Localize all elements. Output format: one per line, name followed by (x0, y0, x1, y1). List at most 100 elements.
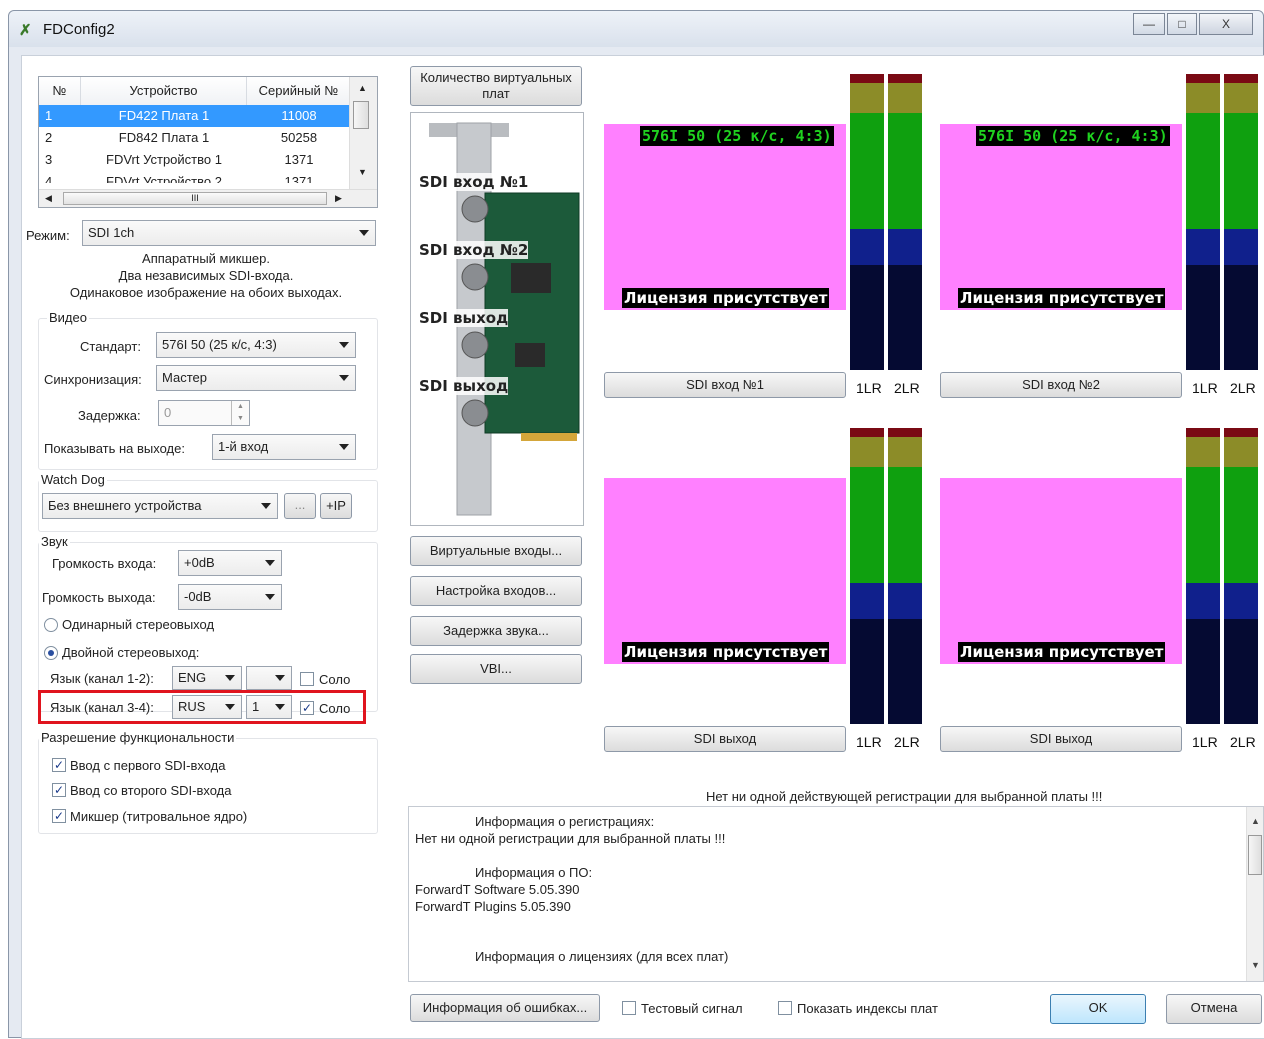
card-label-sdi-out1: SDI выход (419, 309, 509, 327)
feature-checkbox-mixer[interactable]: ✓ (52, 809, 66, 823)
video-preview: Лицензия присутствует (940, 478, 1182, 664)
lang34-channel-select[interactable]: 1 (246, 695, 292, 719)
meter-segment (850, 265, 884, 370)
source-button[interactable]: SDI выход (940, 726, 1182, 752)
cancel-button[interactable]: Отмена (1166, 994, 1262, 1024)
output-label: Показывать на выходе: (44, 441, 185, 456)
meter-segment (1186, 113, 1220, 229)
chevron-down-icon (265, 560, 275, 566)
delay-label: Задержка: (78, 408, 141, 423)
table-vscrollbar[interactable]: ▲ ▼ (349, 77, 377, 189)
scroll-up-icon[interactable]: ▲ (358, 83, 367, 93)
inputs-setup-button[interactable]: Настройка входов... (410, 576, 582, 606)
source-button[interactable]: SDI вход №2 (940, 372, 1182, 398)
solo34-checkbox[interactable]: ✓ (300, 701, 314, 715)
sync-select[interactable]: Мастер (156, 365, 356, 391)
lang12-select[interactable]: ENG (172, 666, 242, 690)
bnc-connector-icon (461, 263, 489, 291)
ok-button[interactable]: OK (1050, 994, 1146, 1024)
lang34-select[interactable]: RUS (172, 695, 242, 719)
devices-table[interactable]: № Устройство Серийный № 1 FD422 Плата 1 … (38, 76, 378, 208)
test-signal-checkbox[interactable] (622, 1001, 636, 1015)
table-hscrollbar[interactable]: ◀ III ▶ (39, 189, 377, 207)
virtual-inputs-button[interactable]: Виртуальные входы... (410, 536, 582, 566)
meter-segment (1186, 83, 1220, 113)
chevron-down-icon (339, 375, 349, 381)
table-row[interactable]: 1 FD422 Плата 1 11008 (39, 105, 349, 127)
audio-level-meter (850, 428, 884, 724)
meter-label: 1LR (856, 380, 882, 396)
scroll-up-icon[interactable]: ▲ (1251, 813, 1260, 830)
meter-segment (888, 265, 922, 370)
table-row[interactable]: 2 FD842 Плата 1 50258 (39, 127, 349, 149)
meter-segment (1224, 74, 1258, 83)
show-indexes-label: Показать индексы плат (797, 1001, 938, 1016)
audio-level-meter (1186, 74, 1220, 370)
table-row[interactable]: 4 FDVrt Устройство 2 1371 (39, 171, 349, 183)
col-header-serial[interactable]: Серийный № (247, 77, 351, 105)
minimize-button[interactable]: — (1133, 13, 1165, 35)
audio-level-meter (1186, 428, 1220, 724)
scroll-thumb[interactable] (1248, 835, 1262, 875)
delay-stepper[interactable]: 0 ▲ ▼ (158, 400, 250, 426)
vbi-button[interactable]: VBI... (410, 654, 582, 684)
meter-label: 2LR (894, 734, 920, 750)
table-row[interactable]: 3 FDVrt Устройство 1 1371 (39, 149, 349, 171)
features-group-title: Разрешение функциональности (39, 730, 237, 745)
meter-segment (1186, 229, 1220, 265)
info-textbox[interactable]: Информация о регистрациях: Нет ни одной … (408, 806, 1264, 982)
chevron-down-icon (339, 444, 349, 450)
window-title: FDConfig2 (43, 21, 115, 38)
lang12-channel-select[interactable] (246, 666, 292, 690)
standard-select[interactable]: 576I 50 (25 к/с, 4:3) (156, 332, 356, 358)
mode-select[interactable]: SDI 1ch (82, 220, 376, 246)
output-select[interactable]: 1-й вход (212, 434, 356, 460)
mode-label: Режим: (26, 228, 70, 243)
in-volume-select[interactable]: +0dB (178, 550, 282, 576)
meter-segment (850, 437, 884, 467)
info-vscrollbar[interactable]: ▲ ▼ (1246, 807, 1263, 981)
audio-level-meter (850, 74, 884, 370)
chevron-down-icon (275, 675, 285, 681)
scroll-down-icon[interactable]: ▼ (358, 167, 367, 177)
hscroll-thumb[interactable]: III (63, 192, 327, 205)
chevron-down-icon (261, 503, 271, 509)
card-chip (515, 343, 545, 367)
scroll-down-icon[interactable]: ▼ (1251, 957, 1260, 974)
video-preview: Лицензия присутствует (604, 478, 846, 664)
card-edge-connector (521, 433, 577, 441)
double-stereo-radio[interactable] (44, 646, 58, 660)
feature-checkbox-sdi1[interactable]: ✓ (52, 758, 66, 772)
feature-checkbox-sdi2[interactable]: ✓ (52, 783, 66, 797)
out-volume-select[interactable]: -0dB (178, 584, 282, 610)
close-button[interactable]: X (1199, 13, 1253, 35)
feature-label-mixer: Микшер (титровальное ядро) (70, 809, 248, 824)
meter-segment (888, 74, 922, 83)
meter-segment (1224, 83, 1258, 113)
meter-segment (1224, 619, 1258, 724)
video-preview: 576I 50 (25 к/с, 4:3) Лицензия присутству… (940, 124, 1182, 310)
single-stereo-radio[interactable] (44, 618, 58, 632)
col-header-device[interactable]: Устройство (81, 77, 247, 105)
title-bar[interactable]: ✗ FDConfig2 — □ X (9, 11, 1263, 47)
single-stereo-label: Одинарный стереовыход (62, 617, 215, 632)
show-indexes-checkbox[interactable] (778, 1001, 792, 1015)
watchdog-ip-button[interactable]: +IP (320, 493, 352, 519)
scroll-right-icon[interactable]: ▶ (335, 193, 342, 204)
meter-segment (1224, 437, 1258, 467)
stepper-arrows-icon[interactable]: ▲ ▼ (231, 401, 249, 425)
info-line: Информация о регистрациях: (475, 814, 655, 829)
maximize-button[interactable]: □ (1167, 13, 1197, 35)
col-header-number[interactable]: № (39, 77, 81, 105)
audio-level-meter (1224, 428, 1258, 724)
sound-delay-button[interactable]: Задержка звука... (410, 616, 582, 646)
solo12-checkbox[interactable] (300, 672, 314, 686)
error-info-button[interactable]: Информация об ошибках... (410, 994, 600, 1022)
watchdog-device-select[interactable]: Без внешнего устройства (42, 493, 278, 519)
virtual-boards-button[interactable]: Количество виртуальных плат (410, 66, 582, 106)
source-button[interactable]: SDI вход №1 (604, 372, 846, 398)
scroll-left-icon[interactable]: ◀ (45, 193, 52, 204)
scroll-thumb[interactable] (353, 101, 369, 129)
source-button[interactable]: SDI выход (604, 726, 846, 752)
watchdog-dots-button[interactable]: ... (284, 493, 316, 519)
